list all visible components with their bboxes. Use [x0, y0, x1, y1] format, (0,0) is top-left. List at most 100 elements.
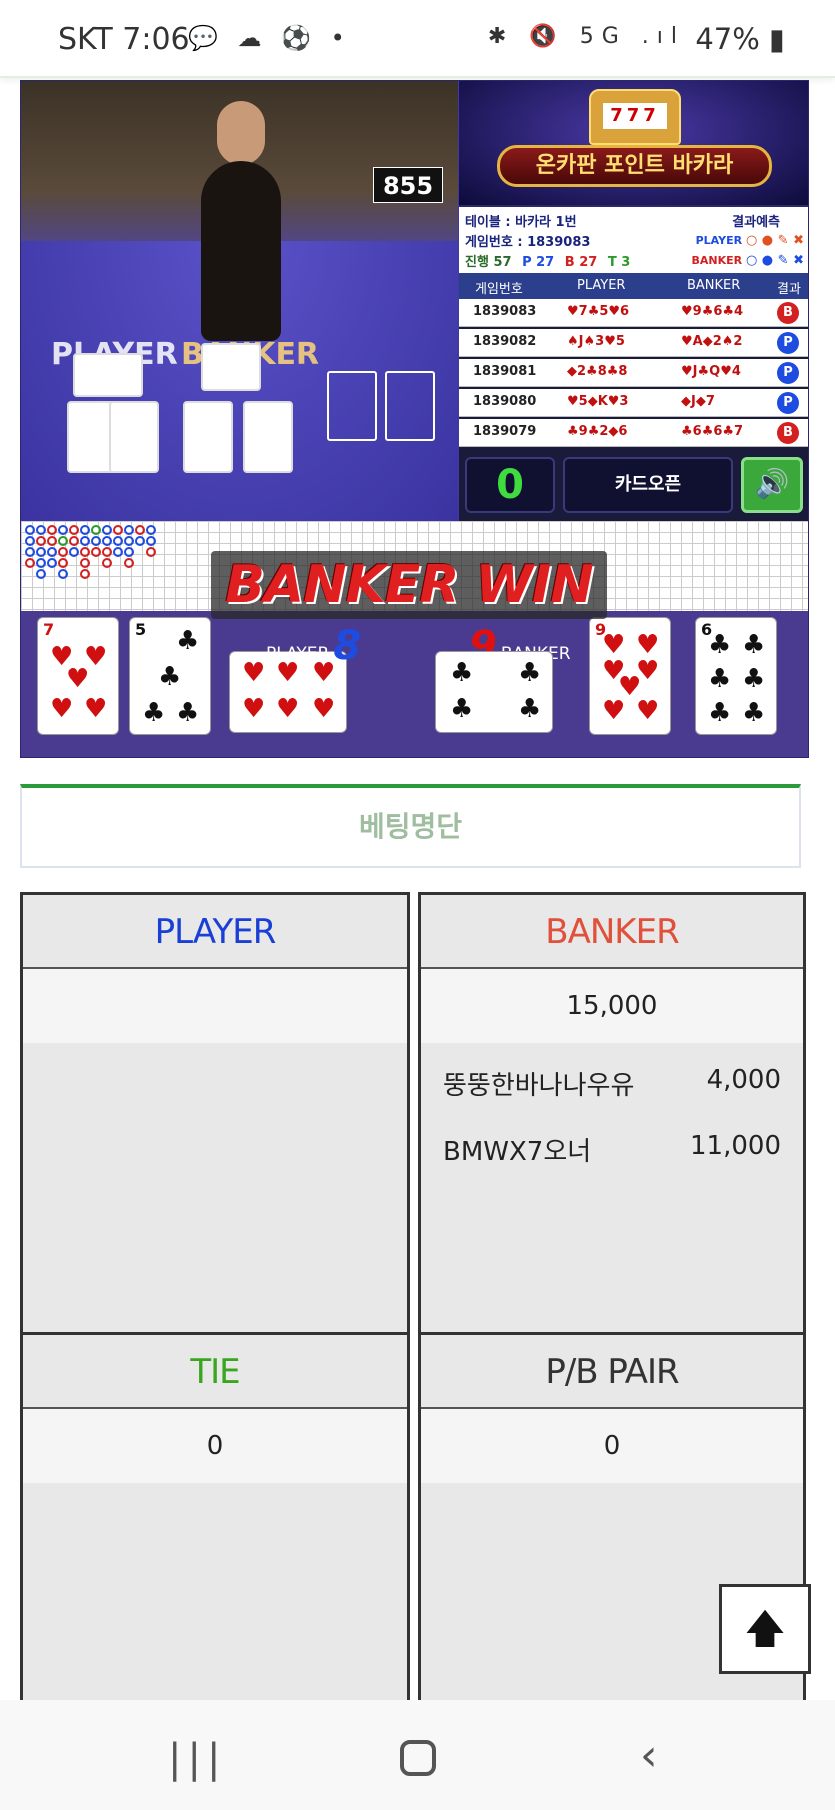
history-banker-cards: ♥A◆2♠2	[681, 334, 743, 349]
history-game-no: 1839083	[473, 304, 537, 319]
bet-row: BMWX7오너 11,000	[443, 1131, 781, 1171]
road-dot	[124, 525, 134, 535]
banker-card-1: ♣ ♣ ♣ ♣	[435, 651, 553, 733]
history-row: 1839081 ◆2♣8♣8 ♥J♣Q♥4 P	[459, 359, 808, 387]
progress-count: 진행 57	[465, 255, 512, 270]
history-game-no: 1839079	[473, 424, 537, 439]
road-dot	[58, 547, 68, 557]
betting-list-title: 베팅명단	[20, 784, 801, 868]
result-cards: 7 ♥♥ ♥ ♥♥ 5 ♣ ♣ ♣♣ ♥♥♥ ♥♥♥ PLAYER8 9BANK…	[21, 611, 808, 757]
road-dot	[102, 536, 112, 546]
win-banner: BANKER WIN	[211, 551, 607, 619]
dealer-body	[201, 161, 281, 341]
road-dot	[47, 536, 57, 546]
arrow-up-icon[interactable]: 🡅	[719, 1584, 811, 1674]
banker-count: B 27	[564, 255, 598, 270]
battery-level: 47% ▮	[695, 22, 785, 56]
game-panel: 777 온카판 포인트 바카라 테이블 : 바카라 1번 게임번호 : 1839…	[459, 81, 808, 521]
road-dot	[146, 547, 156, 557]
road-dot	[124, 558, 134, 568]
col-game-no: 게임번호	[475, 282, 523, 297]
player-bets-header: PLAYER	[23, 895, 407, 969]
banker-bets-total: 15,000	[421, 969, 803, 1043]
road-dot	[80, 525, 90, 535]
road-dot	[25, 547, 35, 557]
history-game-no: 1839080	[473, 394, 537, 409]
predict-player-row[interactable]: PLAYER ○ ● ✎ ✖	[696, 233, 804, 248]
history-header: 게임번호 PLAYER BANKER 결과	[459, 273, 808, 299]
tie-bets-total: 0	[23, 1409, 407, 1483]
road-dot	[102, 547, 112, 557]
banker-card-3: 6 ♣ ♣ ♣ ♣ ♣ ♣	[695, 617, 777, 735]
road-dot	[80, 536, 90, 546]
card-slot	[327, 371, 377, 441]
road-dot	[25, 536, 35, 546]
road-dot	[80, 569, 90, 579]
banker-card-2: 9 ♥ ♥ ♥ ♥ ♥ ♥ ♥	[589, 617, 671, 735]
felt-card	[109, 401, 159, 473]
history-row: 1839080 ♥5◆K♥3 ◆J◆7 P	[459, 389, 808, 417]
history-game-no: 1839081	[473, 364, 537, 379]
road-dot	[91, 536, 101, 546]
history-player-cards: ◆2♣8♣8	[567, 364, 628, 379]
table-name: 테이블 : 바카라 1번	[465, 215, 577, 230]
recent-apps-button[interactable]: |||	[168, 1736, 226, 1782]
history-banker-cards: ♥9♣6♣4	[681, 304, 744, 319]
road-dot	[58, 525, 68, 535]
status-bar: SKT 7:06 💬 ☁ ⚽ • ✱ 🔇 5G .ıl 47% ▮	[0, 0, 835, 78]
history-player-cards: ♣9♣2◆6	[567, 424, 628, 439]
progress-stats: 진행 57 P 27 B 27 T 3	[465, 251, 630, 270]
predict-banker-marks[interactable]: ○ ● ✎ ✖	[746, 253, 804, 268]
tie-bets-column: TIE 0	[20, 1332, 410, 1700]
road-dot	[25, 525, 35, 535]
road-dot	[146, 525, 156, 535]
predict-player-label: PLAYER	[695, 234, 743, 247]
road-dot	[47, 558, 57, 568]
history-player-cards: ♥5◆K♥3	[567, 394, 629, 409]
history-result-badge: B	[777, 302, 799, 324]
history-player-cards: ♠J♠3♥5	[567, 334, 625, 349]
banner-title: 온카판 포인트 바카라	[497, 145, 772, 187]
col-player: PLAYER	[577, 278, 626, 293]
road-dot	[36, 558, 46, 568]
card-open-button[interactable]: 카드오픈	[563, 457, 733, 513]
road-dot	[91, 547, 101, 557]
system-nav-bar: ||| ‹	[0, 1700, 835, 1810]
felt-card	[73, 353, 143, 397]
felt-card	[183, 401, 233, 473]
predict-player-marks[interactable]: ○ ● ✎ ✖	[746, 233, 804, 248]
banker-bets-column: BANKER 15,000 뚱뚱한바나나우유 4,000 BMWX7오너 11,…	[418, 892, 806, 1332]
predict-title: 결과예측	[732, 215, 780, 230]
history-banker-cards: ◆J◆7	[681, 394, 715, 409]
dealer-head	[217, 101, 265, 165]
bet-amount: 11,000	[690, 1131, 781, 1161]
road-dot	[124, 547, 134, 557]
player-card-1: 7 ♥ ♥ ♥ ♥ ♥	[37, 617, 119, 735]
felt-card	[201, 343, 261, 391]
road-dot	[58, 558, 68, 568]
road-dot	[36, 525, 46, 535]
road-dot	[113, 547, 123, 557]
road-dot	[47, 525, 57, 535]
col-result: 결과	[777, 282, 801, 297]
player-count: P 27	[522, 255, 555, 270]
predict-banker-row[interactable]: BANKER ○ ● ✎ ✖	[691, 253, 804, 268]
player-score: PLAYER 8	[266, 623, 362, 669]
control-bar: 0 카드오픈 🔊	[459, 449, 808, 521]
road-dot	[47, 547, 57, 557]
history-row: 1839082 ♠J♠3♥5 ♥A◆2♠2 P	[459, 329, 808, 357]
player-bets-column: PLAYER	[20, 892, 410, 1332]
road-dot	[113, 536, 123, 546]
banker-bets-header: BANKER	[421, 895, 803, 969]
road-dot	[36, 569, 46, 579]
speaker-icon[interactable]: 🔊	[741, 457, 803, 513]
tie-count: T 3	[607, 255, 631, 270]
history-row: 1839079 ♣9♣2◆6 ♣6♣6♣7 B	[459, 419, 808, 447]
pair-bets-header: P/B PAIR	[421, 1335, 803, 1409]
road-dot	[25, 558, 35, 568]
road-dot	[69, 547, 79, 557]
game-number: 게임번호 : 1839083	[465, 235, 591, 250]
history-banker-cards: ♣6♣6♣7	[681, 424, 744, 439]
home-button[interactable]	[400, 1740, 436, 1776]
back-button[interactable]: ‹	[640, 1730, 658, 1781]
